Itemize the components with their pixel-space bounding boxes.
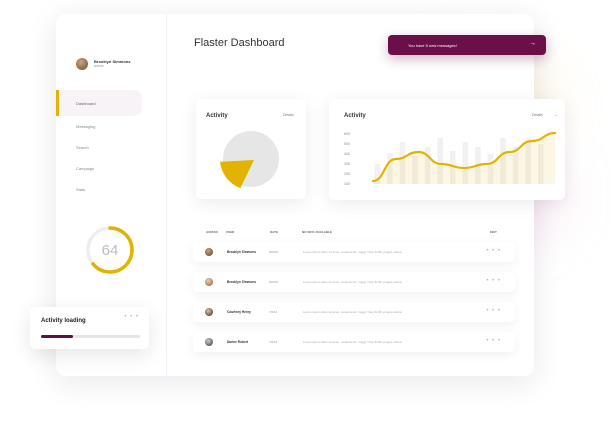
avatar [76, 58, 88, 70]
column-header: USER [226, 230, 235, 234]
row-date: 7/6/16 [269, 340, 278, 344]
y-tick-label: 500 [344, 142, 350, 146]
column-header: DATE [270, 230, 278, 234]
arrow-right-icon[interactable]: → [553, 112, 558, 118]
row-user-name: Brooklyn Simmons [227, 280, 257, 284]
notification-banner[interactable]: You have 5 new messages! → [388, 35, 546, 55]
avatar [205, 248, 213, 256]
activity-loading-card: Activity loading • • • [30, 307, 149, 349]
sidebar-item-messaging[interactable]: Messaging [56, 116, 167, 137]
sidebar-item-label: Campaign [76, 166, 95, 171]
table-row[interactable]: Brooklyn Simmons 8x8x6x Lorem ipsum dolo… [193, 242, 515, 262]
row-description: Lorem ipsum dolor sit amet, consectetur;… [303, 250, 402, 254]
row-user-name: Brooklyn Simmons [227, 250, 257, 254]
loading-title: Activity loading [41, 318, 86, 324]
y-tick-label: 200 [344, 172, 350, 176]
table-row[interactable]: Brooklyn Simmons 8x8x6x Lorem ipsum dolo… [193, 272, 515, 292]
avatar [205, 308, 213, 316]
card-title: Activity [344, 113, 366, 119]
row-date: 7/6/16 [269, 310, 278, 314]
column-header: EDIT [490, 230, 497, 234]
row-user-name: Darine Robert [227, 340, 249, 344]
user-profile[interactable]: Brooklyn Simmons admin [76, 58, 130, 70]
avatar [205, 338, 213, 346]
more-icon[interactable]: • • • [486, 278, 501, 284]
more-icon[interactable]: • • • [486, 308, 501, 314]
user-role: admin [94, 64, 104, 68]
sidebar-item-label: Search [76, 145, 89, 150]
y-tick-label: 300 [344, 162, 350, 166]
y-tick-label: 600 [344, 132, 350, 136]
loading-progress-track [41, 335, 140, 338]
pie-chart [220, 131, 279, 189]
more-icon[interactable]: • • • [124, 314, 139, 320]
sidebar-item-stats[interactable]: Stats [56, 179, 167, 200]
y-tick-label: 400 [344, 152, 350, 156]
row-description: Lorem ipsum dolor sit amet, consectetur;… [303, 310, 402, 314]
more-icon[interactable]: • • • [486, 338, 501, 344]
table-row[interactable]: Darine Robert 7/6/16 Lorem ipsum dolor s… [193, 332, 515, 352]
avatar [205, 278, 213, 286]
row-description: Lorem ipsum dolor sit amet, consectetur;… [303, 280, 402, 284]
loading-progress-fill [41, 335, 73, 338]
arrow-right-icon[interactable]: → [529, 40, 536, 47]
more-icon[interactable]: • • • [486, 248, 501, 254]
activity-pie-card: Activity Details [196, 99, 306, 199]
column-header: NO INFO AVAILABLE [302, 230, 332, 234]
sidebar-item-label: Dashboard [76, 100, 96, 106]
row-date: 8x8x6x [269, 280, 279, 284]
column-header: AVATAR [206, 230, 218, 234]
row-user-name: Courtney Henry [227, 310, 251, 314]
activity-chart-card: Activity Details → 600 500 400 300 200 100 [329, 99, 565, 200]
sidebar-item-campaign[interactable]: Campaign [56, 158, 167, 179]
sidebar-item-label: Stats [76, 187, 86, 192]
table-header: AVATAR USER DATE NO INFO AVAILABLE EDIT [206, 230, 506, 238]
sidebar-item-dashboard[interactable]: Dashboard [56, 90, 142, 116]
progress-ring-value: 64 [101, 241, 119, 259]
details-link[interactable]: Details [532, 113, 543, 117]
sidebar-item-search[interactable]: Search [56, 137, 167, 158]
table-row[interactable]: Courtney Henry 7/6/16 Lorem ipsum dolor … [193, 302, 515, 322]
row-description: Lorem ipsum dolor sit amet, consectetur;… [303, 340, 402, 344]
sidebar-item-label: Messaging [76, 124, 96, 129]
row-date: 8x8x6x [269, 250, 279, 254]
page-title: Flaster Dashboard [194, 37, 285, 49]
notification-text: You have 5 new messages! [408, 42, 457, 48]
sidebar-nav: Dashboard Messaging Search Campaign Stat… [56, 90, 167, 200]
y-tick-label: 100 [344, 182, 350, 186]
